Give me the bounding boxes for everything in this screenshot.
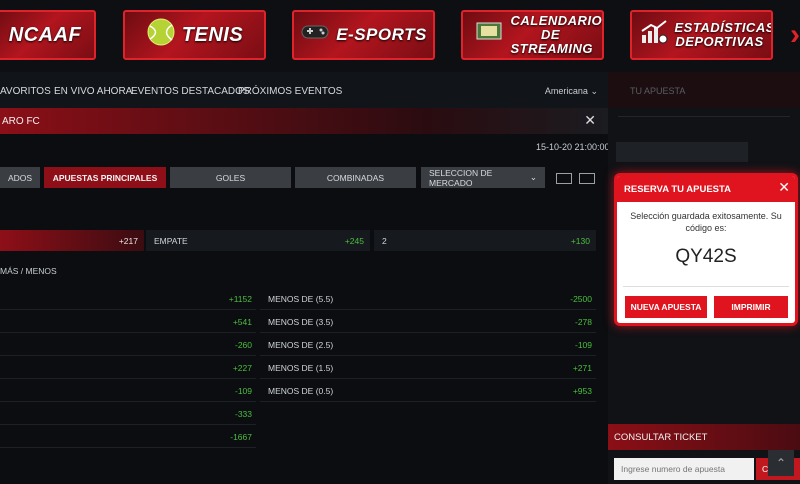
chevron-down-icon: ⌄ — [529, 172, 537, 182]
odd-label: EMPATE — [154, 236, 188, 246]
close-icon[interactable]: ✕ — [778, 179, 790, 196]
betslip-title: TU APUESTA — [630, 86, 686, 96]
odd-label: MENOS DE (1.5) — [268, 363, 334, 373]
chevron-down-icon: ⌄ — [590, 86, 598, 96]
list-item[interactable]: -333 — [0, 403, 256, 425]
list-item[interactable]: -1667 — [0, 426, 256, 448]
odd-value: -109 — [234, 386, 252, 396]
odd-value: +130 — [570, 236, 590, 246]
new-bet-button[interactable]: NUEVA APUESTA — [625, 296, 707, 318]
single-column-icon[interactable] — [556, 173, 572, 184]
divider — [618, 116, 790, 117]
over-under-title: MÁS / MENOS — [0, 266, 57, 276]
odd-label: MENOS DE (3.5) — [268, 317, 334, 327]
list-item[interactable]: -109 — [0, 380, 256, 402]
odd-value: +271 — [572, 363, 592, 373]
odd-home[interactable]: +217 — [0, 230, 144, 251]
odd-label: MENOS DE (2.5) — [268, 340, 334, 350]
match-datetime: 15-10-20 21:00:00 — [536, 142, 610, 152]
category-label: ESTADÍSTICAS DEPORTIVAS — [674, 20, 773, 49]
odd-label: MENOS DE (5.5) — [268, 294, 334, 304]
category-tenis[interactable]: TENIS — [123, 10, 266, 60]
consult-ticket-header: CONSULTAR TICKET — [608, 424, 800, 450]
odd-draw[interactable]: EMPATE +245 — [146, 230, 370, 251]
odd-value: -109 — [574, 340, 592, 350]
odd-value: +1152 — [228, 294, 252, 304]
category-label: E-SPORTS — [336, 25, 427, 44]
list-item[interactable]: MENOS DE (3.5) -278 — [260, 311, 596, 333]
stake-input[interactable] — [616, 142, 748, 162]
list-item[interactable]: MENOS DE (2.5) -109 — [260, 334, 596, 356]
consult-ticket-title: CONSULTAR TICKET — [614, 432, 708, 443]
category-label: TENIS — [181, 23, 244, 46]
list-item[interactable]: MENOS DE (1.5) +271 — [260, 357, 596, 379]
ticket-number-input[interactable] — [614, 458, 754, 480]
reservation-code: QY42S — [675, 246, 737, 267]
divider — [623, 286, 789, 287]
odd-value: +227 — [232, 363, 252, 373]
gamepad-icon — [300, 22, 330, 48]
nav-favoritos[interactable]: AVORITOS — [0, 86, 51, 97]
odd-value: -260 — [234, 340, 252, 350]
list-item[interactable]: -260 — [0, 334, 256, 356]
odd-value: -2500 — [570, 294, 592, 304]
market-select[interactable]: SELECCION DE MERCADO ⌄ — [421, 167, 545, 188]
chevron-right-icon[interactable]: › — [790, 18, 800, 52]
two-column-icon[interactable] — [579, 173, 595, 184]
event-nav: AVORITOS EN VIVO AHORA EVENTOS DESTACADO… — [0, 72, 608, 108]
list-item[interactable]: +541 — [0, 311, 256, 333]
match-header: ARO FC ✕ — [0, 108, 608, 134]
category-banner: NCAAF TENIS E-SPORTS CALENDARIO DE STREA… — [0, 0, 800, 72]
odd-label: 2 — [382, 236, 387, 246]
odd-value: +245 — [344, 236, 364, 246]
stats-chart-icon — [639, 19, 669, 51]
betslip-header: TU APUESTA — [608, 72, 800, 108]
category-label: NCAAF — [8, 23, 82, 46]
tennis-ball-icon — [146, 17, 176, 53]
odd-value: -278 — [574, 317, 592, 327]
odds-format-value: Americana — [544, 86, 588, 96]
list-item[interactable]: MENOS DE (0.5) +953 — [260, 380, 596, 402]
screen-icon — [475, 20, 505, 50]
odd-value: -333 — [234, 409, 252, 419]
modal-title: RESERVA TU APUESTA — [624, 184, 731, 195]
print-button[interactable]: IMPRIMIR — [714, 296, 788, 318]
odd-value: -1667 — [230, 432, 252, 442]
category-stats[interactable]: ESTADÍSTICAS DEPORTIVAS — [630, 10, 773, 60]
category-esports[interactable]: E-SPORTS — [292, 10, 435, 60]
modal-message: Selección guardada exitosamente. Su códi… — [630, 211, 782, 233]
match-name: ARO FC — [2, 116, 40, 127]
nav-proximos[interactable]: PRÓXIMOS EVENTOS — [238, 86, 342, 97]
odd-label: MENOS DE (0.5) — [268, 386, 334, 396]
scroll-top-button[interactable]: ⌃ — [768, 450, 794, 476]
category-streaming[interactable]: CALENDARIO DE STREAMING — [461, 10, 604, 60]
tab-resultados[interactable]: ADOS — [0, 167, 40, 188]
list-item[interactable]: +1152 — [0, 288, 256, 310]
odds-format-select[interactable]: Americana ⌄ — [545, 86, 598, 97]
list-item[interactable]: MENOS DE (5.5) -2500 — [260, 288, 596, 310]
odd-value: +217 — [118, 236, 138, 246]
odd-value: +953 — [572, 386, 592, 396]
nav-en-vivo[interactable]: EN VIVO AHORA — [54, 86, 132, 97]
tab-apuestas-principales[interactable]: APUESTAS PRINCIPALES — [44, 167, 166, 188]
category-ncaaf[interactable]: NCAAF — [0, 10, 96, 60]
market-select-value: SELECCION DE MERCADO — [429, 167, 493, 188]
tab-goles[interactable]: GOLES — [170, 167, 291, 188]
list-item[interactable]: +227 — [0, 357, 256, 379]
odd-away[interactable]: 2 +130 — [374, 230, 596, 251]
odd-value: +541 — [232, 317, 252, 327]
reserve-bet-modal: RESERVA TU APUESTA ✕ Selección guardada … — [614, 173, 798, 326]
modal-header: RESERVA TU APUESTA ✕ — [617, 176, 795, 202]
close-icon[interactable]: ✕ — [584, 112, 596, 129]
tab-combinadas[interactable]: COMBINADAS — [295, 167, 416, 188]
category-label: CALENDARIO DE STREAMING — [510, 13, 603, 56]
nav-destacados[interactable]: EVENTOS DESTACADOS — [131, 86, 250, 97]
chevron-up-icon: ⌃ — [775, 456, 787, 470]
